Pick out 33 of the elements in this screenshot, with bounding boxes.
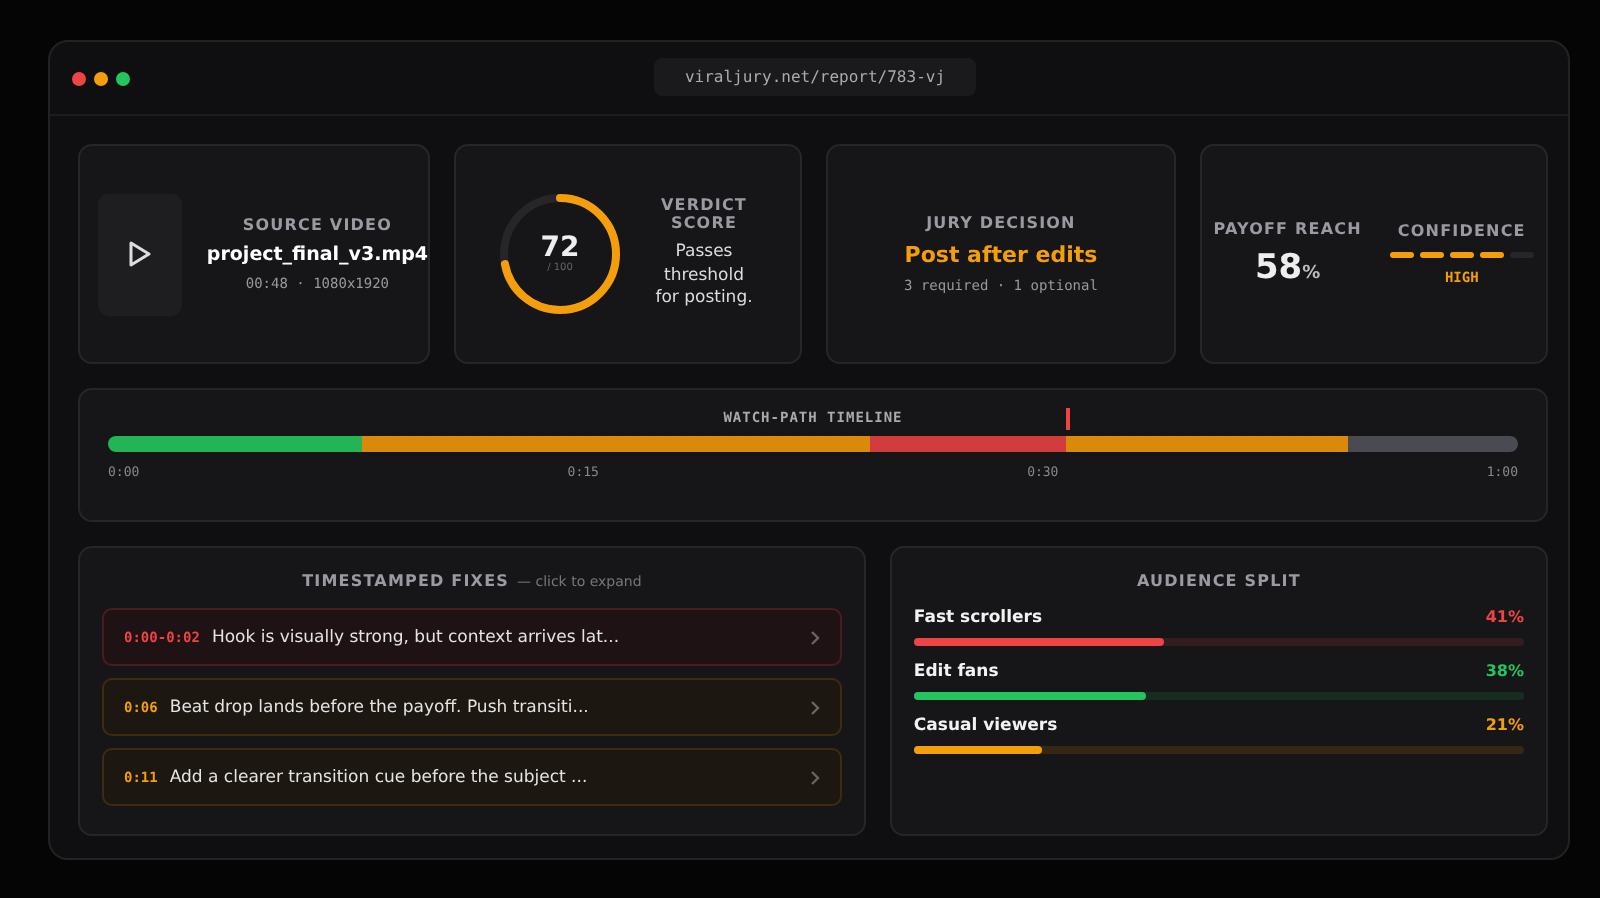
panel-title: TIMESTAMPED FIXES xyxy=(302,572,509,590)
video-thumbnail[interactable] xyxy=(98,193,183,315)
score-value: 72 xyxy=(540,234,580,262)
jury-decision: Post after edits xyxy=(904,242,1098,268)
timeline-bar[interactable] xyxy=(108,436,1518,452)
close-dot[interactable] xyxy=(72,71,86,85)
audience-share: 38% xyxy=(1485,662,1524,682)
minimize-dot[interactable] xyxy=(94,71,108,85)
chevron-icon xyxy=(809,699,820,715)
verdict-note: Passes threshold for posting. xyxy=(653,242,755,312)
audience-share: 41% xyxy=(1485,608,1524,628)
chevron-icon xyxy=(809,629,820,645)
chevron-icon xyxy=(809,769,820,785)
card-label: PAYOFF REACH xyxy=(1213,220,1362,238)
panel-title: AUDIENCE SPLIT xyxy=(1135,572,1303,590)
audience-name: Fast scrollers xyxy=(913,608,1043,628)
maximize-dot[interactable] xyxy=(116,71,130,85)
audience-share: 21% xyxy=(1485,716,1524,736)
file-name: project_final_v3.mp4 xyxy=(206,244,428,266)
card-label: JURY DECISION xyxy=(926,214,1076,232)
card-label: VERDICT SCORE xyxy=(659,196,749,233)
playhead-marker[interactable] xyxy=(1066,408,1071,430)
reach-value: 58% xyxy=(1254,248,1321,288)
play-icon xyxy=(128,240,153,268)
fix-text: Add a clearer transition cue before the subject ... xyxy=(169,767,590,787)
fix-text: Beat drop lands before the payoff. Push transiti... xyxy=(169,697,591,717)
card-label: SOURCE VIDEO xyxy=(242,216,393,234)
audience-name: Casual viewers xyxy=(913,716,1058,736)
fix-text: Hook is visually strong, but context arrives lat... xyxy=(211,627,622,647)
score-ring xyxy=(494,188,626,320)
card-label: CONFIDENCE xyxy=(1397,222,1526,240)
audience-name: Edit fans xyxy=(913,662,999,682)
address-bar[interactable]: viraljury.net/report/783-vj xyxy=(654,58,976,96)
